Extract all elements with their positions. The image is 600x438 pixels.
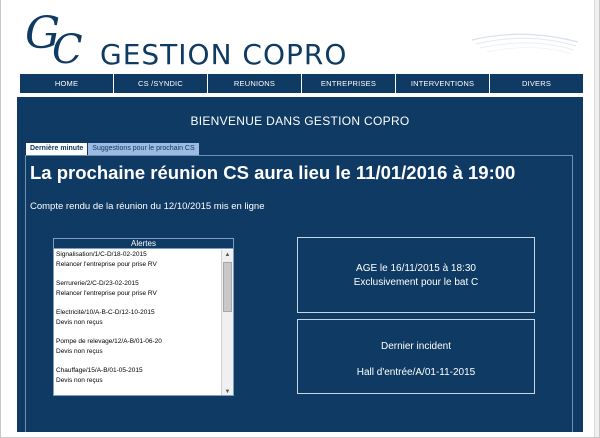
alert-detail: Devis non reçus xyxy=(56,377,103,384)
alert-detail: Relancer l'entreprise pour prise RV xyxy=(56,261,157,268)
tab-derniere-minute[interactable]: Dernière minute xyxy=(26,143,88,155)
main-nav: HOME CS /SYNDIC REUNIONS ENTREPRISES INT… xyxy=(20,74,583,93)
alert-title: Electricité/10/A-B-C-D/12-10-2015 xyxy=(56,309,155,316)
alert-detail: Devis non reçus xyxy=(56,348,103,355)
next-meeting-headline: La prochaine réunion CS aura lieu le 11/… xyxy=(30,162,516,183)
alert-detail: Relancer l'entreprise pour prise RV xyxy=(56,290,157,297)
logo-title: GESTION COPRO xyxy=(100,38,348,71)
age-note: Exclusivement pour le bat C xyxy=(353,277,479,288)
scrollbar-thumb[interactable] xyxy=(223,262,232,312)
tab-suggestions[interactable]: Suggestions pour le prochain CS xyxy=(88,143,199,155)
nav-divers[interactable]: DIVERS xyxy=(490,74,583,93)
alerts-listbox[interactable]: Alertes Signalisation/1/C-D/18-02-2015 R… xyxy=(53,238,234,396)
alerts-header: Alertes xyxy=(54,239,233,249)
alert-title: Signalisation/1/C-D/18-02-2015 xyxy=(56,251,147,258)
tab-bar: Dernière minute Suggestions pour le proc… xyxy=(26,143,199,155)
logo-letter-c: C xyxy=(52,27,83,73)
nav-interventions[interactable]: INTERVENTIONS xyxy=(396,74,489,93)
nav-entreprises[interactable]: ENTREPRISES xyxy=(302,74,395,93)
alert-title: Chauffage/15/A-B/01-05-2015 xyxy=(56,367,143,374)
age-date: AGE le 16/11/2015 à 18:30 xyxy=(356,263,476,274)
list-item[interactable]: Serrurerie/2/C-D/23-02-2015 Relancer l'e… xyxy=(54,279,222,308)
meeting-report-link[interactable]: Compte rendu de la réunion du 12/10/2015… xyxy=(30,201,265,212)
list-item[interactable]: Signalisation/1/C-D/18-02-2015 Relancer … xyxy=(54,250,222,279)
alert-title: Serrurerie/2/C-D/23-02-2015 xyxy=(56,280,139,287)
up-arrow-icon[interactable]: ▲ xyxy=(222,250,233,260)
list-item[interactable]: Chauffage/15/A-B/01-05-2015 Devis non re… xyxy=(54,366,222,395)
alert-title: Pompe de relevage/12/A-B/01-06-20 xyxy=(56,338,162,345)
nav-reunions[interactable]: REUNIONS xyxy=(208,74,301,93)
incident-title: Dernier incident xyxy=(380,341,452,352)
alert-detail: Devis non reçus xyxy=(56,319,103,326)
welcome-title: BIENVENUE DANS GESTION COPRO xyxy=(190,114,410,128)
main-panel: BIENVENUE DANS GESTION COPRO Dernière mi… xyxy=(17,97,583,432)
down-arrow-icon[interactable]: ▼ xyxy=(222,387,233,395)
last-incident-box: Dernier incident Hall d'entrée/A/01-11-2… xyxy=(297,319,535,394)
age-info-box: AGE le 16/11/2015 à 18:30 Exclusivement … xyxy=(297,237,535,313)
nav-cs-syndic[interactable]: CS /SYNDIC xyxy=(114,74,207,93)
list-item[interactable]: Pompe de relevage/12/A-B/01-06-20 Devis … xyxy=(54,337,222,366)
tab-content: La prochaine réunion CS aura lieu le 11/… xyxy=(25,155,573,432)
incident-location: Hall d'entrée/A/01-11-2015 xyxy=(356,367,476,378)
nav-home[interactable]: HOME xyxy=(20,74,113,93)
alerts-scrollbar[interactable]: ▲ ▼ xyxy=(221,250,233,395)
swoosh-decoration-icon xyxy=(471,33,579,55)
list-item[interactable]: Electricité/10/A-B-C-D/12-10-2015 Devis … xyxy=(54,308,222,337)
alerts-list: Signalisation/1/C-D/18-02-2015 Relancer … xyxy=(54,250,222,395)
site-logo[interactable]: G C GESTION COPRO xyxy=(0,0,600,76)
